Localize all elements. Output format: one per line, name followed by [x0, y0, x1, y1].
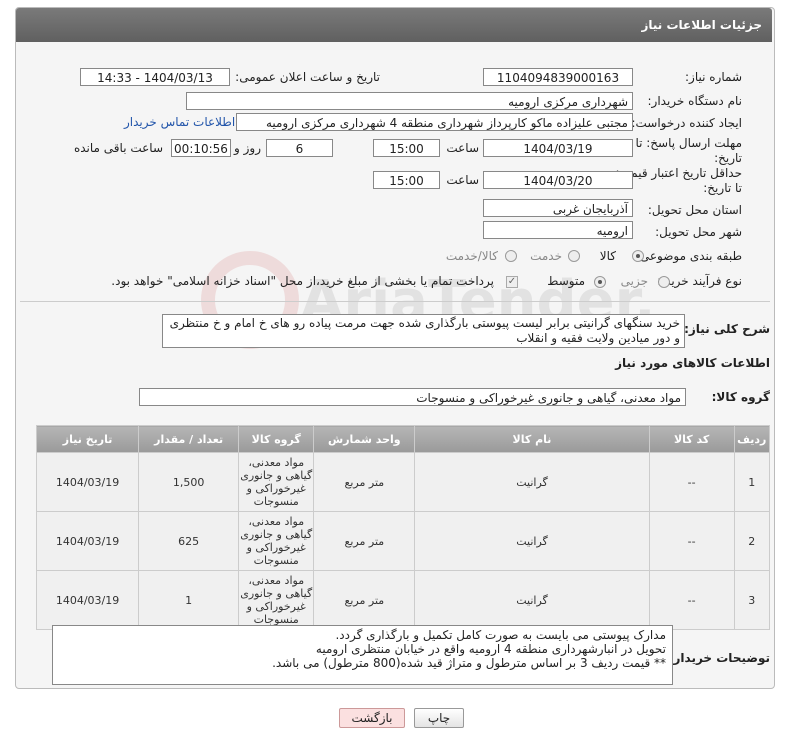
column-header-quantity: تعداد / مقدار	[138, 425, 240, 453]
cell-row-number: 1	[733, 452, 771, 512]
city-label: شهر محل تحویل:	[655, 225, 742, 239]
column-header-date: تاریخ نیاز	[35, 425, 140, 453]
process-option-medium: متوسط	[547, 274, 585, 288]
category-option-goods-service: کالا/خدمت	[445, 249, 498, 263]
price-time-label: ساعت	[446, 173, 479, 187]
price-validity-date-field[interactable]: 1404/03/20	[483, 171, 633, 189]
deadline-time-label: ساعت	[446, 141, 479, 155]
column-header-code: کد کالا	[648, 425, 735, 453]
treasury-payment-note: پرداخت تمام یا بخشی از مبلغ خرید،از محل …	[111, 274, 494, 288]
column-header-name: نام کالا	[414, 425, 650, 453]
days-label: روز و	[234, 141, 261, 155]
cell-date: 1404/03/19	[35, 452, 140, 512]
province-field[interactable]: آذربایجان غربی	[483, 199, 633, 217]
cell-date: 1404/03/19	[35, 570, 140, 630]
category-option-service: خدمت	[530, 249, 562, 263]
page-title: جزئیات اطلاعات نیاز	[641, 18, 762, 32]
category-radio-goods[interactable]	[632, 250, 644, 262]
deadline-label: مهلت ارسال پاسخ: تا	[635, 136, 742, 150]
table-row[interactable]: 1 -- گرانیت متر مربع مواد معدنی، گیاهی و…	[35, 452, 771, 512]
print-button[interactable]: چاپ	[414, 708, 464, 728]
need-number-field[interactable]: 1104094839000163	[483, 68, 633, 86]
deadline-date-field[interactable]: 1404/03/19	[483, 139, 633, 157]
announce-label: تاریخ و ساعت اعلان عمومی:	[235, 70, 380, 84]
cell-unit: متر مربع	[313, 452, 416, 512]
cell-quantity: 625	[138, 511, 240, 571]
category-radio-service[interactable]	[568, 250, 580, 262]
category-radio-goods-service[interactable]	[505, 250, 517, 262]
need-number-label: شماره نیاز:	[685, 70, 742, 84]
table-row[interactable]: 2 -- گرانیت متر مربع مواد معدنی، گیاهی و…	[35, 511, 771, 571]
goods-section-title: اطلاعات کالاهای مورد نیاز	[615, 356, 770, 370]
buyer-org-label: نام دستگاه خریدار:	[647, 94, 743, 108]
goods-group-field[interactable]: مواد معدنی، گیاهی و جانوری غیرخوراکی و م…	[139, 388, 686, 406]
cell-code: --	[648, 511, 735, 571]
column-header-group: گروه کالا	[238, 425, 315, 453]
cell-name: گرانیت	[414, 511, 650, 571]
table-header-row: ردیف کد کالا نام کالا واحد شمارش گروه کا…	[35, 425, 771, 453]
category-label: طبقه بندی موضوعی:	[635, 249, 742, 263]
category-option-goods: کالا	[599, 249, 616, 263]
creator-label: ایجاد کننده درخواست:	[631, 116, 742, 130]
deadline-label-date: تاریخ:	[714, 151, 742, 165]
cell-code: --	[648, 570, 735, 630]
remaining-time-field[interactable]: 00:10:56	[171, 139, 231, 157]
table-row[interactable]: 3 -- گرانیت متر مربع مواد معدنی، گیاهی و…	[35, 570, 771, 630]
goods-table: ردیف کد کالا نام کالا واحد شمارش گروه کا…	[35, 425, 771, 630]
column-header-unit: واحد شمارش	[313, 425, 416, 453]
panel-header: جزئیات اطلاعات نیاز	[16, 8, 772, 42]
cell-group: مواد معدنی، گیاهی و جانوری غیرخوراکی و م…	[238, 511, 315, 571]
process-radio-medium[interactable]	[594, 276, 606, 288]
cell-date: 1404/03/19	[35, 511, 140, 571]
announce-field[interactable]: 1404/03/13 - 14:33	[80, 68, 230, 86]
price-validity-label-date: تا تاریخ:	[703, 181, 742, 195]
creator-field[interactable]: مجتبی علیزاده ماکو کارپرداز شهرداری منطق…	[236, 113, 633, 131]
city-field[interactable]: ارومیه	[483, 221, 633, 239]
deadline-time-field[interactable]: 15:00	[373, 139, 440, 157]
days-remaining-field[interactable]: 6	[266, 139, 333, 157]
buyer-notes-label: توضیحات خریدار:	[668, 651, 770, 665]
buyer-notes-textarea[interactable]: مدارک پیوستی می بایست به صورت کامل تکمیل…	[52, 625, 673, 685]
cell-group: مواد معدنی، گیاهی و جانوری غیرخوراکی و م…	[238, 452, 315, 512]
buyer-org-field[interactable]: شهرداری مرکزی ارومیه	[186, 92, 633, 110]
cell-quantity: 1	[138, 570, 240, 630]
back-button[interactable]: بازگشت	[339, 708, 405, 728]
description-label: شرح کلی نیاز:	[684, 322, 770, 336]
cell-row-number: 2	[733, 511, 771, 571]
price-validity-time-field[interactable]: 15:00	[373, 171, 440, 189]
treasury-checkbox[interactable]: ✓	[506, 276, 518, 288]
column-header-row-number: ردیف	[733, 425, 771, 453]
cell-group: مواد معدنی، گیاهی و جانوری غیرخوراکی و م…	[238, 570, 315, 630]
cell-unit: متر مربع	[313, 511, 416, 571]
contact-info-link[interactable]: اطلاعات تماس خریدار	[124, 115, 235, 129]
cell-code: --	[648, 452, 735, 512]
description-textarea[interactable]: خرید سنگهای گرانیتی برابر لیست پیوستی با…	[162, 314, 685, 348]
cell-name: گرانیت	[414, 570, 650, 630]
process-option-minor: جزیی	[620, 274, 648, 288]
province-label: استان محل تحویل:	[647, 203, 742, 217]
goods-group-label: گروه کالا:	[711, 390, 770, 404]
cell-unit: متر مربع	[313, 570, 416, 630]
process-radio-minor[interactable]	[658, 276, 670, 288]
remaining-time-label: ساعت باقی مانده	[73, 141, 163, 155]
cell-name: گرانیت	[414, 452, 650, 512]
cell-quantity: 1,500	[138, 452, 240, 512]
divider	[20, 301, 770, 302]
price-validity-label: حداقل تاریخ اعتبار قیمت:	[615, 166, 742, 180]
cell-row-number: 3	[733, 570, 771, 630]
